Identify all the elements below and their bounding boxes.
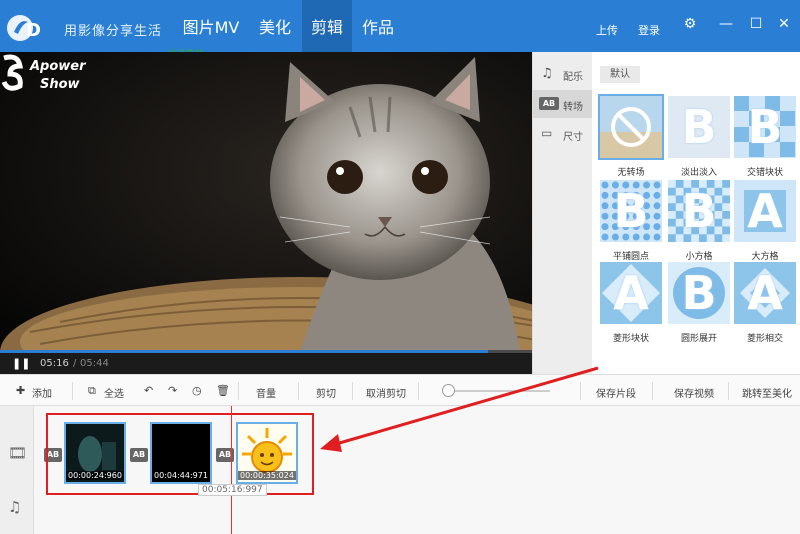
transition-letter-icon: B [681, 100, 717, 154]
transition-letter-icon: B [747, 100, 783, 154]
music-icon: ♫ [541, 66, 553, 81]
add-button[interactable]: 添加 [32, 385, 52, 400]
transition-label: 小方格 [685, 252, 713, 262]
video-track-icon[interactable]: 🎞 [8, 444, 27, 462]
divider [418, 382, 419, 400]
divider [580, 382, 581, 400]
transition-label: 菱形相交 [746, 334, 783, 344]
tab-transition[interactable]: AB 转场 [533, 90, 593, 118]
transition-tile[interactable] [598, 94, 664, 160]
transition-label: 淡出淡入 [680, 168, 717, 178]
tab-music[interactable]: ♫ 配乐 [533, 60, 593, 88]
undo-icon[interactable]: ↶ [144, 384, 153, 397]
divider [652, 382, 653, 400]
upload-link[interactable]: 上传 [596, 22, 618, 38]
tab-edit[interactable]: 剪辑 [302, 0, 352, 52]
pause-icon[interactable]: ❚❚ [12, 357, 30, 370]
show-text: Show [40, 77, 81, 92]
title-bar: D 用影像分享生活 图片MV 美化 剪辑 作品 上传 登录 ⚙ — ☐ ✕ [0, 0, 800, 52]
divider [72, 382, 73, 400]
transition-label: 交错块状 [746, 168, 783, 178]
transition-label: 平铺圆点 [612, 252, 649, 262]
current-time: 05:16 [40, 358, 69, 369]
transition-icon: AB [539, 97, 559, 110]
transition-panel: 默认 无转场 B 淡出淡入 B 交错块状 B 平铺圆点 B 小方格 A 大方格 A 菱形块状 B 圆形展开 A… [592, 52, 800, 374]
tab-music-label: 配乐 [563, 72, 583, 83]
app-logo-icon: D [7, 15, 41, 41]
music-track-icon[interactable]: ♫ [8, 498, 21, 516]
cut-button[interactable]: 剪切 [316, 385, 336, 400]
transition-letter-icon: A [747, 184, 783, 238]
transition-letter-icon: B [681, 266, 717, 320]
side-tabs: ♫ 配乐 AB 转场 ▭ 尺寸 [532, 52, 593, 374]
transition-tile[interactable]: B [668, 180, 730, 242]
close-icon[interactable]: ✕ [774, 14, 794, 34]
tab-works[interactable]: 作品 [356, 0, 400, 52]
category-default[interactable]: 默认 [600, 66, 640, 83]
gear-icon[interactable]: ⚙ [680, 14, 700, 34]
select-all-button[interactable]: 全选 [104, 385, 124, 400]
transition-preview-icon [600, 96, 662, 158]
divider [238, 382, 239, 400]
delete-icon[interactable]: 🗑 [216, 384, 230, 397]
app-title: 用影像分享生活 [64, 24, 163, 39]
playhead[interactable] [231, 406, 232, 534]
apower-text: Apower [29, 59, 87, 74]
transition-tile[interactable]: A [600, 262, 662, 324]
minimize-icon[interactable]: — [716, 14, 736, 34]
transition-letter-icon: A [747, 266, 783, 320]
transition-letter-icon: B [681, 184, 717, 238]
tab-transition-label: 转场 [563, 102, 583, 113]
time-separator: / [73, 358, 77, 369]
divider [728, 382, 729, 400]
player-controls: ❚❚ 05:16 / 05:44 [0, 353, 532, 374]
video-player[interactable]: Apower Show ❚❚ 05:16 / 05:44 [0, 52, 532, 374]
volume-button[interactable]: 音量 [256, 385, 276, 400]
transition-tile[interactable]: B [734, 96, 796, 158]
divider [352, 382, 353, 400]
transition-label: 大方格 [751, 252, 779, 262]
total-time: 05:44 [80, 358, 109, 369]
svg-text:D: D [26, 20, 41, 41]
transition-label: 无转场 [617, 168, 645, 178]
tab-picture-mv[interactable]: 图片MV [176, 0, 246, 52]
select-all-icon[interactable]: ⧉ [88, 384, 96, 398]
login-link[interactable]: 登录 [638, 22, 660, 38]
transition-tile[interactable]: B [668, 96, 730, 158]
zoom-slider-handle[interactable] [442, 384, 455, 397]
transition-label: 菱形块状 [612, 334, 649, 344]
tab-size[interactable]: ▭ 尺寸 [533, 120, 593, 148]
transition-tile[interactable]: B [668, 262, 730, 324]
playhead-time: 00:05:16:997 [198, 484, 267, 496]
redo-icon[interactable]: ↷ [168, 384, 177, 397]
track-headers: 🎞 ♫ [0, 406, 34, 534]
transition-letter-icon: A [613, 266, 649, 320]
zoom-slider[interactable] [446, 390, 550, 392]
transition-letter-icon: B [613, 184, 649, 238]
clock-icon[interactable]: ◷ [192, 384, 202, 397]
save-video-button[interactable]: 保存视频 [674, 385, 714, 400]
transition-label: 圆形展开 [680, 334, 717, 344]
add-icon[interactable]: ✚ [16, 384, 25, 397]
transition-tile[interactable]: A [734, 262, 796, 324]
go-beautify-button[interactable]: 跳转至美化 [742, 385, 792, 400]
save-clip-button[interactable]: 保存片段 [596, 385, 636, 400]
maximize-icon[interactable]: ☐ [746, 14, 766, 34]
edit-toolbar: ✚ 添加 ⧉ 全选 ↶ ↷ ◷ 🗑 音量 剪切 取消剪切 保存片段 保存视频 跳… [0, 374, 800, 406]
apowershow-logo: Apower Show [1, 54, 87, 92]
cancel-cut-button[interactable]: 取消剪切 [366, 385, 406, 400]
divider [298, 382, 299, 400]
transition-tile[interactable]: A [734, 180, 796, 242]
tab-beautify[interactable]: 美化 [250, 0, 300, 52]
video-frame [0, 52, 532, 352]
annotation-highlight-box [46, 413, 314, 495]
size-icon: ▭ [541, 126, 553, 140]
transition-tile[interactable]: B [600, 180, 662, 242]
timeline[interactable]: 🎞 ♫ AB 00:00:24:960 AB 00:04:44:971 AB 0… [0, 406, 800, 534]
tab-size-label: 尺寸 [563, 132, 583, 143]
